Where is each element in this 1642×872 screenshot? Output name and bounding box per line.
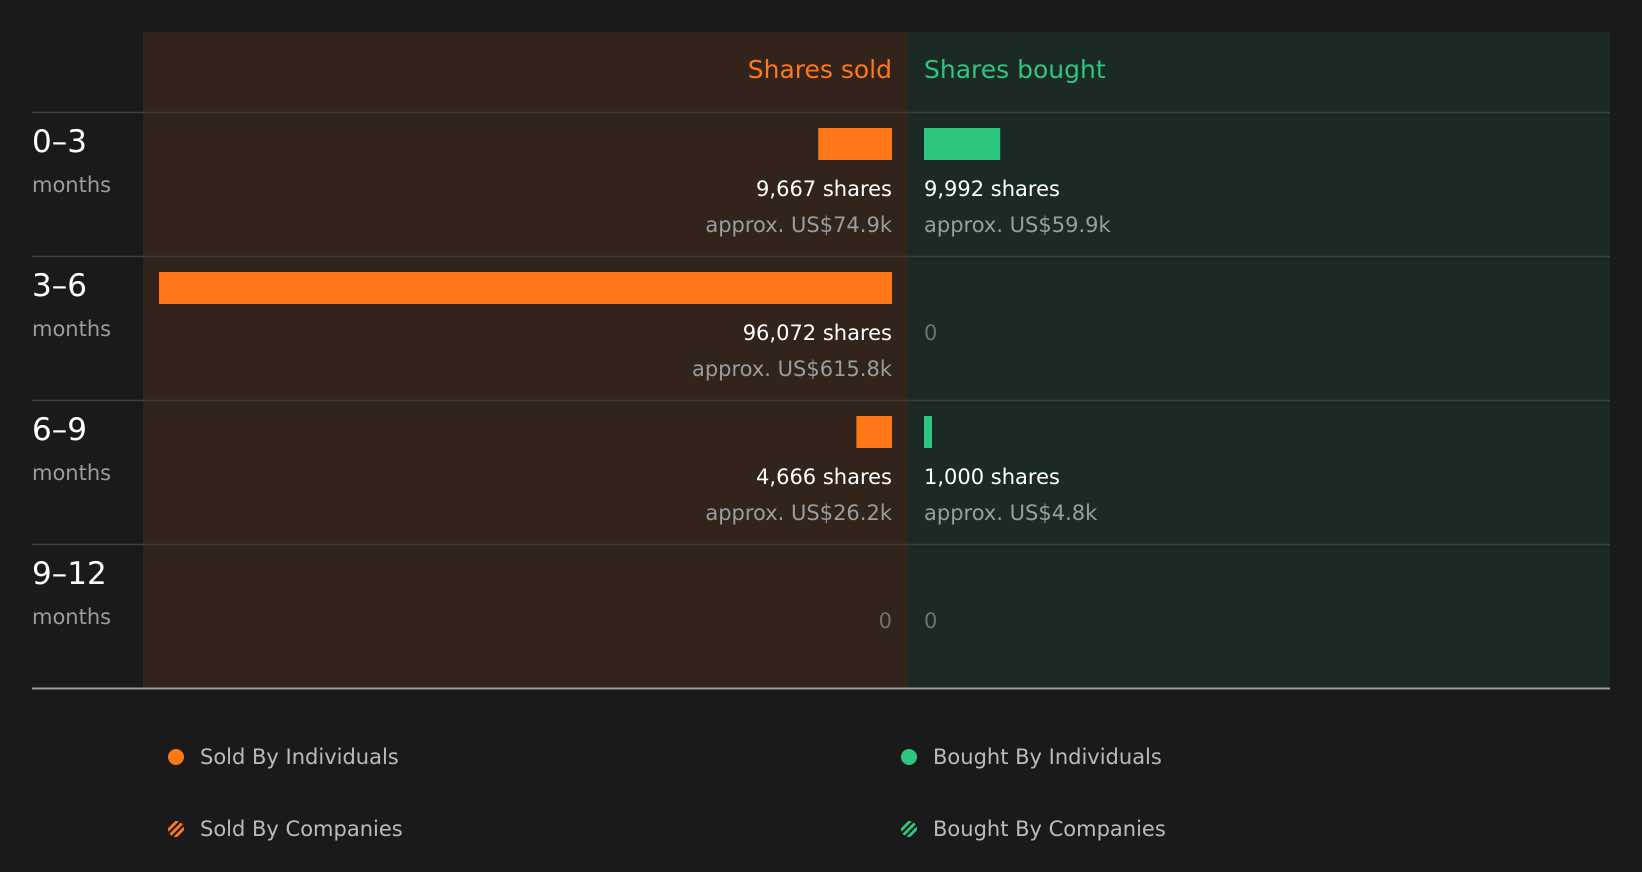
bought-value-label: 0 [924,321,937,345]
category-sublabel: months [32,461,111,485]
category-label: 6–9 [32,412,87,448]
bought-column-header: Shares bought [924,55,1106,84]
bought-approx-label: approx. US$4.8k [924,501,1098,525]
sold-approx-label: approx. US$26.2k [705,501,893,525]
category-label: 9–12 [32,556,107,592]
bought-column-background [908,32,1610,688]
sold-approx-label: approx. US$615.8k [692,357,893,381]
sold-bar [856,416,892,448]
sold-bar [818,128,892,160]
sold-bar [159,272,892,304]
sold-value-label: 4,666 shares [756,465,892,489]
bought-value-label: 9,992 shares [924,177,1060,201]
category-sublabel: months [32,173,111,197]
sold-value-label: 96,072 shares [743,321,892,345]
category-sublabel: months [32,317,111,341]
bought-approx-label: approx. US$59.9k [924,213,1112,237]
bought-bar [924,416,932,448]
sold-value-label: 9,667 shares [756,177,892,201]
sold-approx-label: approx. US$74.9k [705,213,893,237]
bought-value-label: 0 [924,609,937,633]
bought-value-label: 1,000 shares [924,465,1060,489]
category-sublabel: months [32,605,111,629]
sold-value-label: 0 [879,609,892,633]
category-label: 3–6 [32,268,87,304]
sold-column-header: Shares sold [748,55,892,84]
category-label: 0–3 [32,124,87,160]
insider-trading-chart: Shares sold Shares bought 0–3 months 9,667 s… [32,32,1610,690]
bought-bar [924,128,1001,160]
